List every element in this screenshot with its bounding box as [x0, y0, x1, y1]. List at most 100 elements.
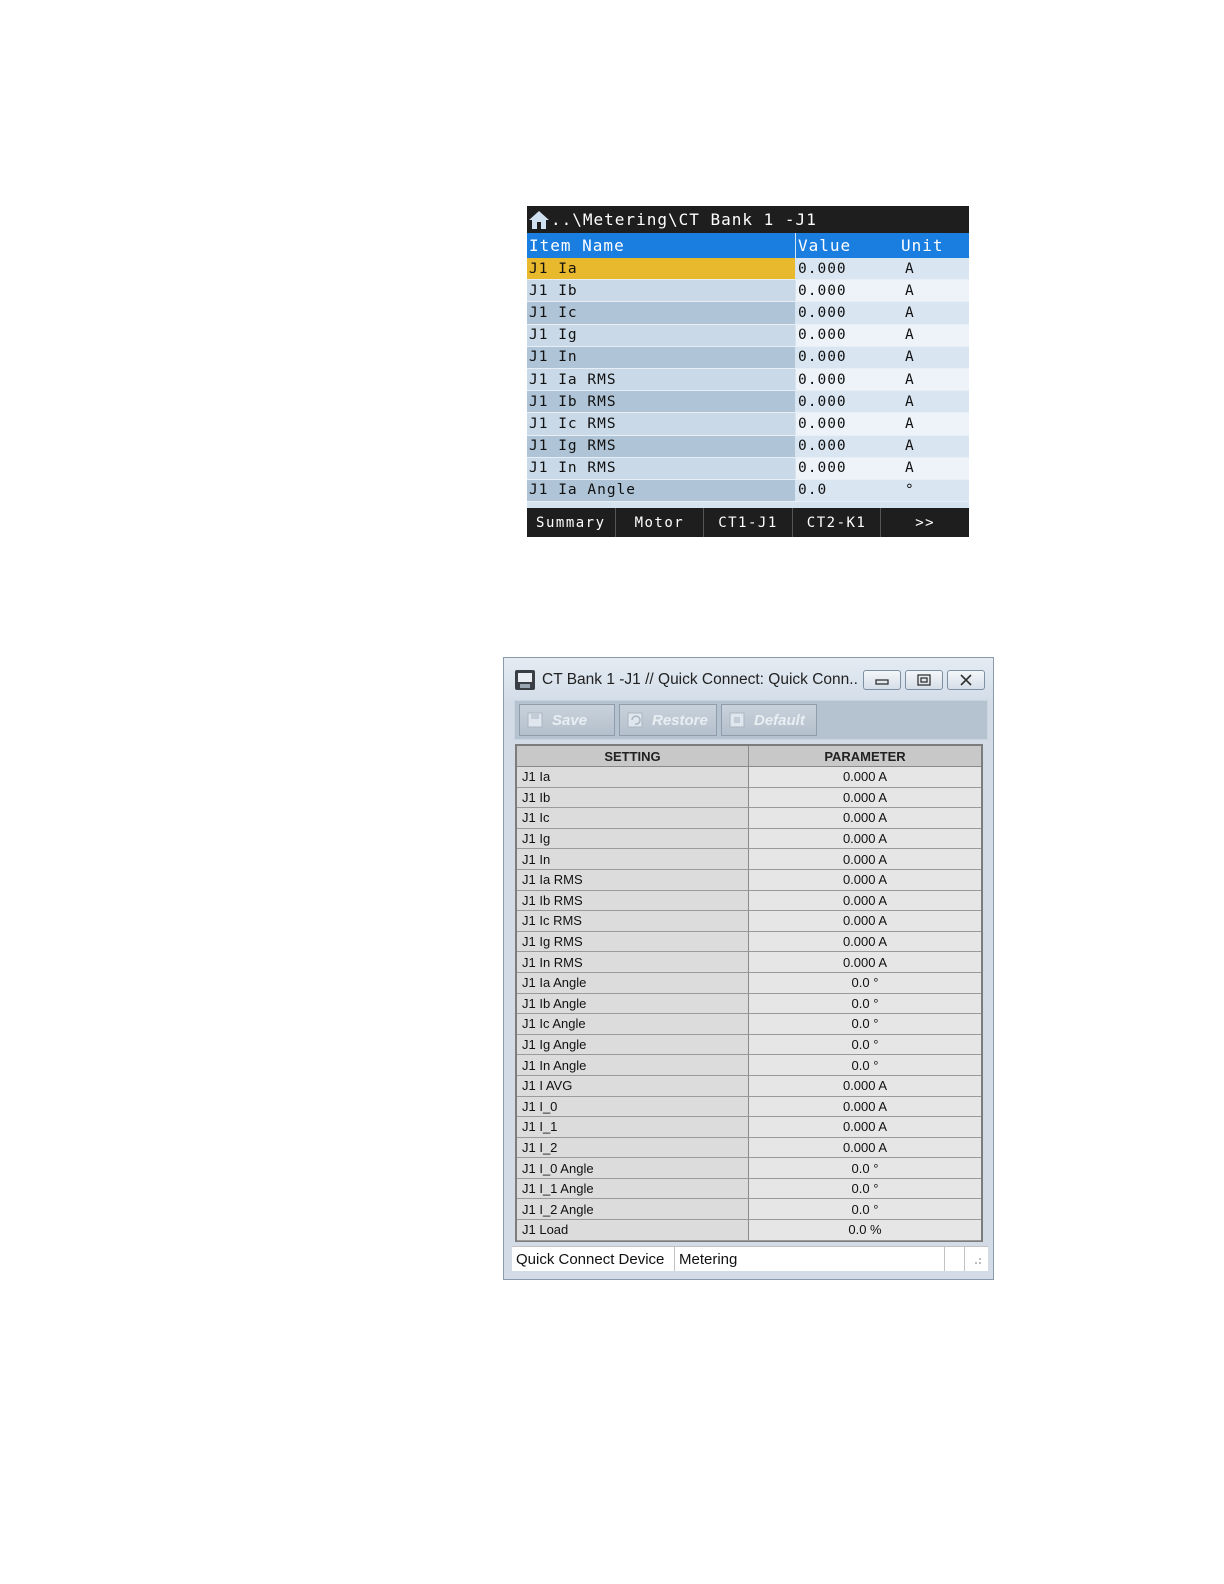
row-unit: A: [899, 413, 969, 435]
parameter-cell: 0.000 A: [842, 892, 888, 908]
setting-cell: J1 Ig Angle: [517, 1034, 749, 1055]
table-row[interactable]: J1 I_0 0.000 A: [517, 1096, 981, 1118]
row-unit: °: [899, 479, 969, 502]
table-row[interactable]: J1 Ic RMS 0.000 A: [517, 911, 981, 932]
window-title-bar[interactable]: CT Bank 1 -J1 // Quick Connect: Quick Co…: [504, 658, 993, 702]
table-row[interactable]: J1 I AVG 0.000 A: [517, 1075, 981, 1097]
window-app-icon: [514, 669, 536, 691]
setting-cell: J1 In RMS: [517, 952, 749, 972]
setting-cell: J1 Ib Angle: [517, 993, 749, 1014]
parameter-cell: 0.000 A: [842, 810, 888, 826]
tab-summary[interactable]: Summary: [527, 508, 616, 537]
parameter-cell: 0.000 A: [842, 1078, 888, 1094]
row-name: J1 Ig: [527, 324, 795, 346]
row-value: 0.000: [795, 413, 899, 435]
table-row[interactable]: J1 Ig Angle 0.0 °: [517, 1034, 981, 1056]
tab-ct2-k1[interactable]: CT2-K1: [793, 508, 882, 537]
tab-ct1-j1[interactable]: CT1-J1: [704, 508, 793, 537]
row-value: 0.000: [795, 368, 899, 391]
table-row[interactable]: J1 I_2 Angle 0.0 °: [517, 1199, 981, 1221]
parameter-cell: 0.000 A: [842, 831, 888, 847]
table-row[interactable]: J1 Ia RMS 0.000 A: [517, 869, 981, 891]
home-icon[interactable]: [528, 210, 550, 230]
table-row[interactable]: J1 Ib Angle 0.0 °: [517, 993, 981, 1015]
row-unit: A: [899, 302, 969, 324]
close-icon: [960, 674, 972, 686]
row-unit: A: [899, 324, 969, 346]
table-row[interactable]: J1 In RMS 0.000 A: [517, 952, 981, 973]
col-item-name: Item Name: [529, 236, 625, 255]
table-row[interactable]: J1 Ig RMS 0.000 A: [527, 435, 969, 458]
table-row[interactable]: J1 I_2 0.000 A: [517, 1137, 981, 1159]
setting-cell: J1 Ig RMS: [517, 931, 749, 952]
setting-cell: J1 I AVG: [517, 1075, 749, 1096]
close-button[interactable]: [947, 670, 985, 690]
row-value: 0.000: [795, 346, 899, 368]
parameter-cell: 0.0 °: [851, 1201, 879, 1217]
parameter-cell: 0.0 °: [851, 1181, 879, 1197]
restore-icon: [627, 712, 643, 728]
table-row[interactable]: J1 Ic 0.000 A: [527, 302, 969, 325]
tab-more[interactable]: >>: [881, 508, 969, 537]
table-row[interactable]: J1 Ib RMS 0.000 A: [517, 890, 981, 912]
tab-motor[interactable]: Motor: [616, 508, 705, 537]
parameter-cell: 0.000 A: [842, 934, 888, 950]
table-row[interactable]: J1 Ic RMS 0.000 A: [527, 413, 969, 436]
table-row[interactable]: J1 Ib 0.000 A: [517, 787, 981, 809]
table-row[interactable]: J1 Ia 0.000 A: [517, 767, 981, 788]
default-button[interactable]: Default: [721, 704, 817, 736]
parameter-cell: 0.000 A: [842, 1098, 888, 1114]
row-name: J1 Ib: [527, 280, 795, 302]
table-row[interactable]: J1 I_1 0.000 A: [517, 1117, 981, 1138]
table-row[interactable]: J1 Ic Angle 0.0 °: [517, 1014, 981, 1035]
setting-cell: J1 Ia Angle: [517, 972, 749, 993]
row-unit: A: [899, 435, 969, 457]
row-unit: A: [899, 391, 969, 413]
table-row[interactable]: J1 Ib 0.000 A: [527, 280, 969, 303]
display-path-bar: ..\Metering\CT Bank 1 -J1: [527, 206, 969, 233]
table-row[interactable]: J1 Ia 0.000 A: [527, 258, 969, 281]
table-row[interactable]: J1 Ia Angle 0.0 °: [527, 479, 969, 503]
setting-cell: J1 I_0 Angle: [517, 1158, 749, 1178]
table-row[interactable]: J1 Ig 0.000 A: [527, 324, 969, 347]
default-label: Default: [754, 711, 805, 729]
parameter-cell: 0.0 °: [851, 1037, 879, 1053]
row-value: 0.000: [795, 435, 899, 457]
window-toolbar: Save Restore Default: [514, 700, 988, 740]
minimize-button[interactable]: [863, 670, 901, 690]
setting-cell: J1 Ia RMS: [517, 869, 749, 890]
restore-button[interactable]: Restore: [619, 704, 717, 736]
parameter-cell: 0.000 A: [842, 872, 888, 888]
display-softkey-bar: Summary Motor CT1-J1 CT2-K1 >>: [527, 508, 969, 537]
table-row[interactable]: J1 Ic 0.000 A: [517, 808, 981, 829]
setting-cell: J1 Ic RMS: [517, 911, 749, 931]
table-row[interactable]: J1 I_1 Angle 0.0 °: [517, 1178, 981, 1200]
window-title: CT Bank 1 -J1 // Quick Connect: Quick Co…: [542, 671, 859, 688]
table-row[interactable]: J1 Ig 0.000 A: [517, 828, 981, 850]
table-row[interactable]: J1 Load 0.0 %: [517, 1220, 981, 1241]
status-spacer: [945, 1247, 965, 1271]
save-button[interactable]: Save: [519, 704, 615, 736]
device-display: ..\Metering\CT Bank 1 -J1 Item Name Valu…: [527, 206, 969, 537]
resize-grip-icon[interactable]: [965, 1247, 988, 1271]
table-row[interactable]: J1 In RMS 0.000 A: [527, 457, 969, 480]
save-label: Save: [552, 711, 588, 729]
metering-window: CT Bank 1 -J1 // Quick Connect: Quick Co…: [503, 657, 994, 1280]
row-value: 0.000: [795, 457, 899, 479]
row-name: J1 Ib RMS: [527, 391, 795, 413]
maximize-button[interactable]: [905, 670, 943, 690]
table-row[interactable]: J1 Ia Angle 0.0 °: [517, 972, 981, 994]
table-row[interactable]: J1 In 0.000 A: [517, 849, 981, 870]
table-row[interactable]: J1 Ig RMS 0.000 A: [517, 931, 981, 953]
row-name: J1 Ig RMS: [527, 435, 795, 457]
table-row[interactable]: J1 Ib RMS 0.000 A: [527, 391, 969, 414]
setting-cell: J1 I_0: [517, 1096, 749, 1117]
row-name: J1 Ic: [527, 302, 795, 324]
table-row[interactable]: J1 I_0 Angle 0.0 °: [517, 1158, 981, 1179]
table-row[interactable]: J1 In Angle 0.0 °: [517, 1055, 981, 1076]
setting-cell: J1 Ic Angle: [517, 1014, 749, 1034]
table-row[interactable]: J1 In 0.000 A: [527, 346, 969, 369]
setting-cell: J1 Ig: [517, 828, 749, 849]
table-row[interactable]: J1 Ia RMS 0.000 A: [527, 368, 969, 392]
restore-label: Restore: [652, 711, 708, 729]
